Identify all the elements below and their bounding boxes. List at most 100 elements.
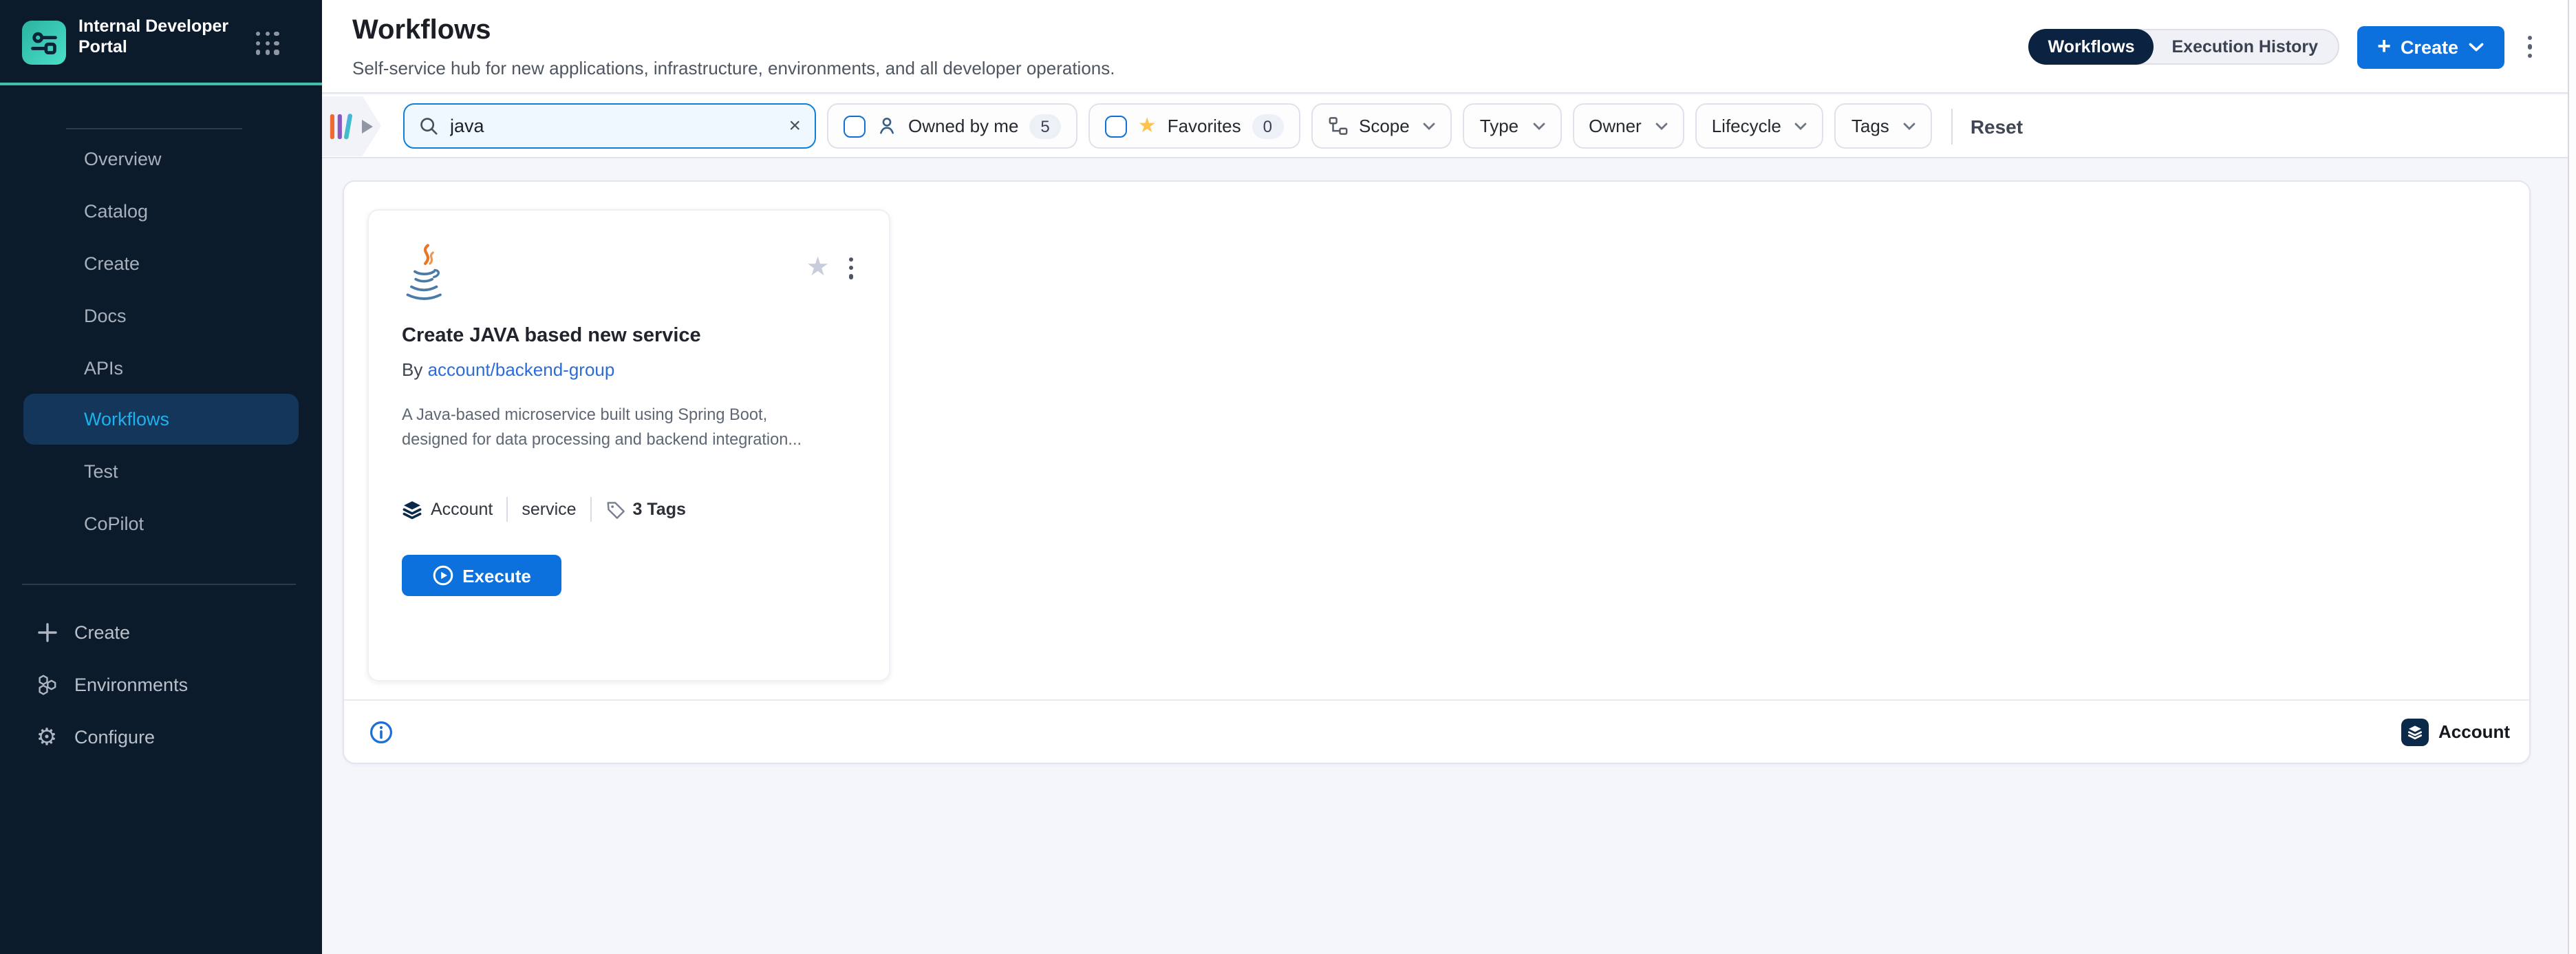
page-title: Workflows [352,15,491,47]
reset-filters-button[interactable]: Reset [1971,115,2023,137]
workflow-description: A Java-based microservice built using Sp… [402,403,856,452]
page-subtitle: Self-service hub for new applications, i… [352,58,1115,78]
expand-arrow-icon [362,119,373,133]
view-toggle: Workflows Execution History [2029,29,2339,65]
scope-badge: Account [431,500,493,519]
chevron-down-icon [1532,122,1545,130]
workflow-card[interactable]: ★ Create JAVA based new service By accou… [367,209,890,681]
chevron-down-icon [2468,42,2483,52]
sidebar-item-apis[interactable]: APIs [0,341,322,394]
sidebar-item-catalog[interactable]: Catalog [0,184,322,237]
page-header: Workflows Self-service hub for new appli… [322,0,2576,94]
page-menu-kebab-icon[interactable] [2522,30,2537,64]
tab-workflows[interactable]: Workflows [2029,29,2154,65]
owned-count-badge: 5 [1029,114,1060,138]
create-button[interactable]: + Create [2357,25,2504,68]
filter-type-dropdown[interactable]: Type [1463,103,1561,149]
workflow-meta: Account service 3 Tags [402,497,856,522]
sidebar-footer-nav: Create Environments ⚙ Configure [0,606,322,763]
reset-divider [1951,108,1953,144]
scope-tree-icon [1327,116,1348,136]
saved-filters-expand[interactable] [322,96,381,156]
sidebar-item-test[interactable]: Test [0,445,322,497]
sidebar-item-create[interactable]: Create [0,237,322,289]
create-button-label: Create [2401,36,2458,57]
sidebar-footer-divider [22,584,296,585]
chevron-down-icon [1655,122,1668,130]
tags-label: Tags [1852,116,1889,136]
lifecycle-label: Lifecycle [1712,116,1781,136]
sidebar-item-configure[interactable]: ⚙ Configure [0,710,322,763]
plus-icon: + [2377,34,2391,58]
card-menu-kebab-icon[interactable] [846,255,856,282]
star-icon: ★ [1138,116,1157,136]
sidebar-item-workflows[interactable]: Workflows [23,394,299,445]
sidebar-nav: Overview Catalog Create Docs APIs Workfl… [0,132,322,549]
workflows-panel: ★ Create JAVA based new service By accou… [343,180,2531,764]
brand: Internal Developer Portal [0,0,322,85]
sidebar-item-docs[interactable]: Docs [0,289,322,341]
content-area: ★ Create JAVA based new service By accou… [322,158,2576,954]
workflow-owner-line: By account/backend-group [402,359,856,380]
idp-logo-icon[interactable] [22,21,66,65]
owner-group-link[interactable]: account/backend-group [428,359,615,380]
library-bars-icon [329,109,356,142]
meta-divider [590,497,592,522]
filter-owned-by-me[interactable]: Owned by me 5 [827,103,1077,149]
filter-lifecycle-dropdown[interactable]: Lifecycle [1695,103,1824,149]
tab-execution-history[interactable]: Execution History [2153,29,2338,65]
filter-bar: × Owned by me 5 ★ Favorites 0 [322,95,2576,158]
type-label: Type [1480,116,1518,136]
main-area: Workflows Self-service hub for new appli… [322,0,2576,954]
sidebar-footer-label: Configure [74,726,155,747]
search-input[interactable] [450,116,777,136]
sidebar-item-copilot[interactable]: CoPilot [0,497,322,549]
filter-owner-dropdown[interactable]: Owner [1572,103,1684,149]
app-grid-icon[interactable] [256,32,279,55]
sidebar-item-create-global[interactable]: Create [0,606,322,658]
tag-icon [605,499,626,520]
tags-badge: 3 Tags [633,500,686,519]
filter-scope-dropdown[interactable]: Scope [1311,103,1452,149]
sidebar-item-environments[interactable]: Environments [0,658,322,710]
info-icon[interactable] [369,719,394,744]
favorites-count-badge: 0 [1252,114,1283,138]
type-badge: service [522,500,576,519]
brand-title: Internal Developer Portal [78,17,241,58]
sidebar: Internal Developer Portal Overview Catal… [0,0,322,954]
person-icon [877,116,897,136]
chevron-down-icon [1795,122,1807,130]
play-circle-icon [432,564,454,586]
sidebar-footer-label: Create [74,622,130,642]
filter-favorites[interactable]: ★ Favorites 0 [1088,103,1300,149]
clear-search-icon[interactable]: × [788,116,801,136]
owner-label: Owner [1589,116,1642,136]
search-icon [418,116,439,136]
by-prefix: By [402,359,422,380]
account-scope-label: Account [2438,721,2510,742]
execute-label: Execute [462,565,531,586]
account-layers-icon [2401,718,2429,745]
execute-button[interactable]: Execute [402,555,561,596]
sidebar-item-overview[interactable]: Overview [0,132,322,184]
search-box: × [403,103,816,149]
chevron-down-icon [1424,122,1436,130]
hexagons-icon [34,672,59,697]
layers-icon [402,499,422,520]
nav-divider [66,128,242,129]
sidebar-footer-label: Environments [74,674,188,695]
owned-checkbox[interactable] [844,115,866,137]
header-actions: Workflows Execution History + Create [2029,0,2537,94]
owned-label: Owned by me [908,116,1018,136]
gear-icon: ⚙ [34,724,59,749]
favorites-label: Favorites [1168,116,1241,136]
chevron-down-icon [1903,122,1915,130]
filter-tags-dropdown[interactable]: Tags [1835,103,1932,149]
scope-label: Scope [1359,116,1410,136]
account-scope-badge: Account [2401,718,2510,745]
favorite-star-icon[interactable]: ★ [806,255,830,282]
java-logo-icon [402,244,446,301]
page-scrollbar[interactable] [2568,0,2576,954]
favorites-checkbox[interactable] [1105,115,1127,137]
idp-app: Internal Developer Portal Overview Catal… [0,0,2576,954]
